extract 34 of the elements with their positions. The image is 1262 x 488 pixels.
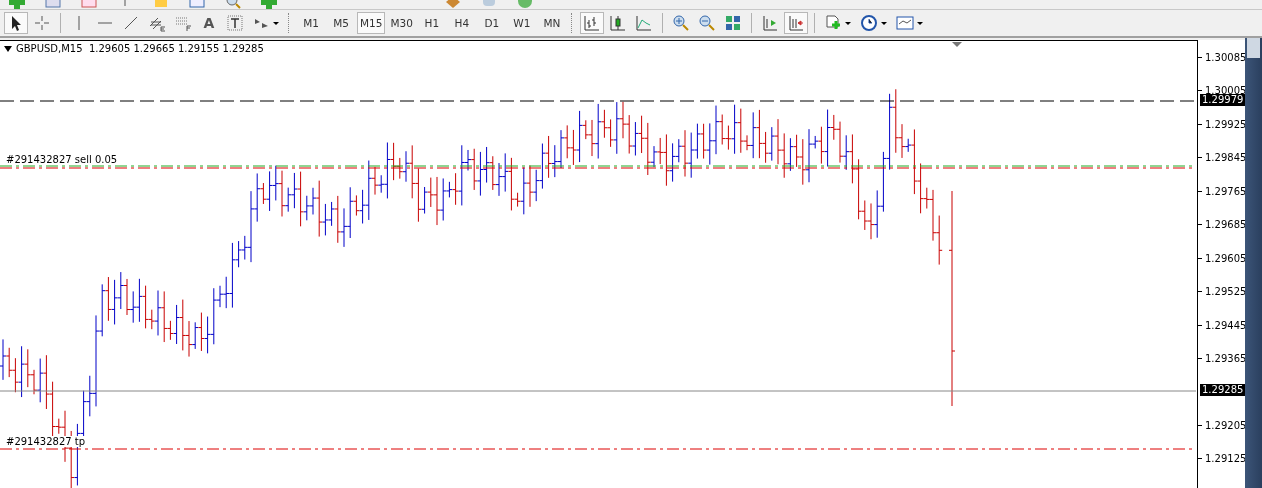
- price-tick-label: 1.29845: [1205, 152, 1247, 164]
- cursor-icon[interactable]: [4, 12, 28, 34]
- price-tick-label: 1.29525: [1205, 286, 1247, 298]
- timeframe-button[interactable]: MN: [537, 12, 566, 34]
- chart-shift-icon[interactable]: [783, 12, 808, 34]
- timeframe-button[interactable]: M5: [327, 12, 355, 34]
- timeframe-button[interactable]: W1: [507, 12, 536, 34]
- price-tick-label: 1.30085: [1205, 52, 1247, 63]
- timeframe-button[interactable]: M1: [297, 12, 325, 34]
- timeframe-button[interactable]: D1: [477, 12, 506, 34]
- scrollbar[interactable]: [1245, 38, 1262, 488]
- chart-shift-marker-icon[interactable]: [952, 42, 962, 47]
- price-tick-label: 1.29125: [1205, 453, 1247, 465]
- price-marker: 1.29285: [1200, 384, 1246, 396]
- price-tick-label: 1.29685: [1205, 219, 1247, 231]
- order-label: #291432827 sell 0.05: [6, 154, 118, 165]
- price-marker: 1.29979: [1200, 94, 1246, 106]
- price-tick-label: 1.29365: [1205, 353, 1247, 365]
- text-tool[interactable]: A: [197, 12, 221, 34]
- timeframe-button[interactable]: M30: [387, 12, 416, 34]
- scrollbar-thumb[interactable]: [1247, 38, 1260, 58]
- price-tick-label: 1.29445: [1205, 319, 1247, 331]
- price-tick-label: 1.29605: [1205, 252, 1247, 264]
- price-tick-label: 1.29205: [1205, 419, 1247, 431]
- price-tick-label: 1.30005: [1205, 85, 1247, 97]
- timeframe-button[interactable]: M15: [357, 12, 386, 34]
- dropdown-icon[interactable]: [4, 45, 12, 52]
- timeframe-button[interactable]: H1: [417, 12, 446, 34]
- bars-chart-icon[interactable]: [579, 12, 604, 34]
- price-tick-label: 1.29925: [1205, 118, 1247, 130]
- timeframe-button[interactable]: H4: [447, 12, 476, 34]
- symbol-header: GBPUSD,M15 1.29605 1.29665 1.29155 1.29285: [16, 43, 264, 54]
- order-label: #291432827 tp: [6, 436, 86, 447]
- price-tick-label: 1.29765: [1205, 185, 1247, 197]
